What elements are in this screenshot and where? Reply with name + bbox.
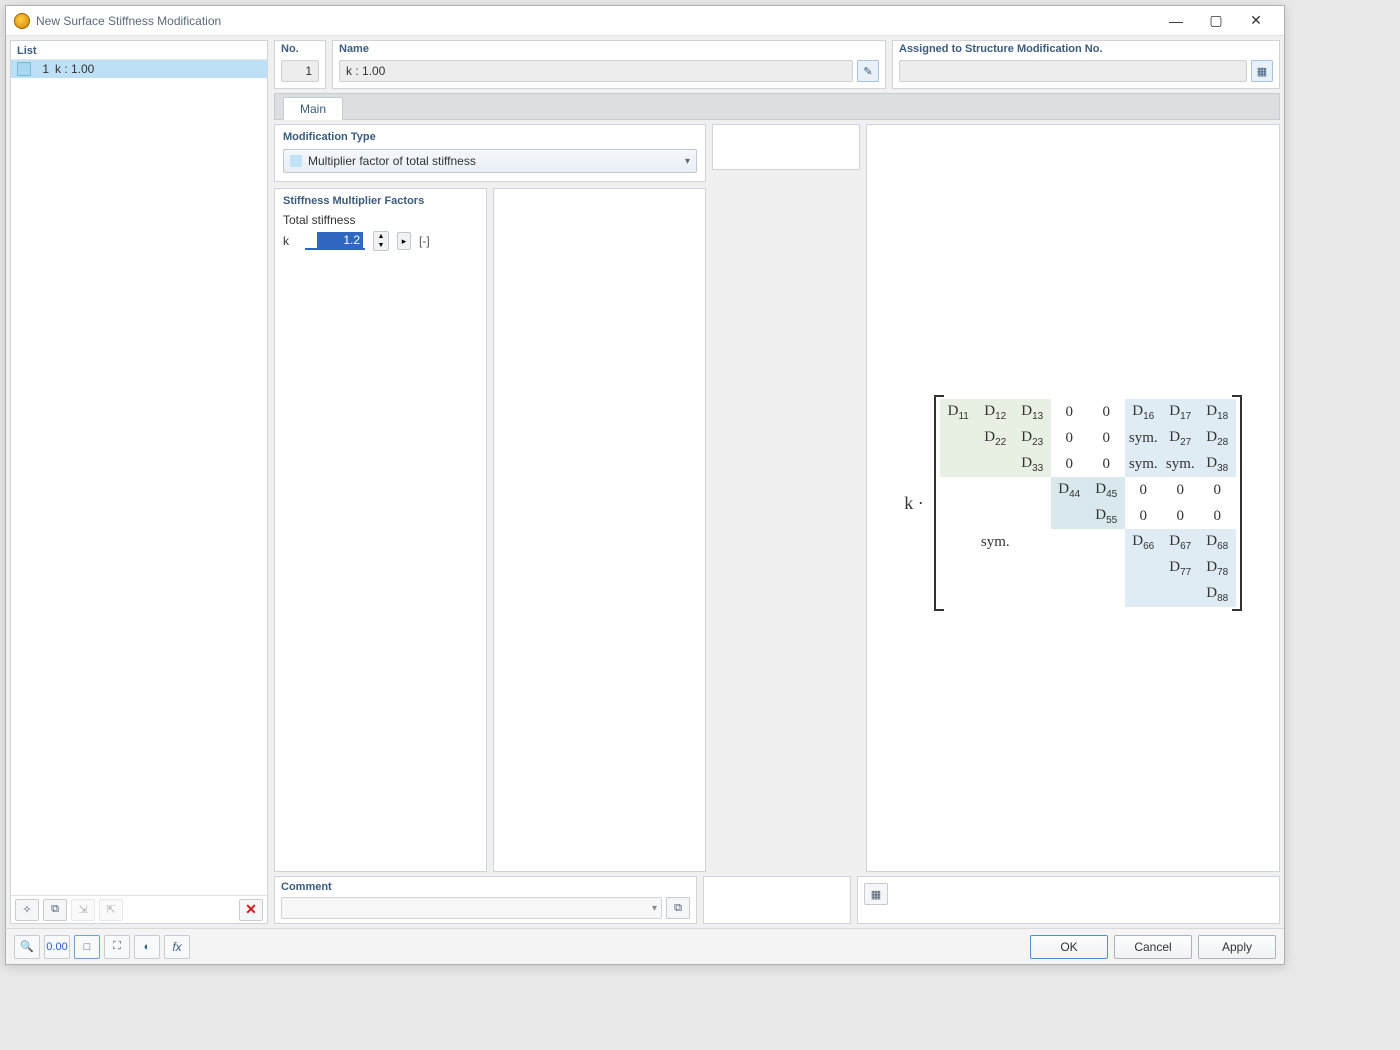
k-input-wrap xyxy=(305,232,365,250)
delete-button[interactable]: ✕ xyxy=(239,899,263,921)
spin-down-icon[interactable]: ▼ xyxy=(374,241,388,250)
list-item-label: k : 1.00 xyxy=(55,62,94,76)
script-button[interactable]: fx xyxy=(164,935,190,959)
list-item-swatch xyxy=(17,62,31,76)
matrix-panel: k · D11D12D1300D16D17D18D22D2300sym.D27D… xyxy=(866,124,1280,872)
empty-mid-panel xyxy=(493,188,706,872)
window-title: New Surface Stiffness Modification xyxy=(36,14,1156,28)
tabs: Main xyxy=(274,93,1280,120)
dialog-window: New Surface Stiffness Modification — ▢ ✕… xyxy=(5,5,1285,965)
view-1-button[interactable]: □ xyxy=(74,935,100,959)
k-spinner[interactable]: ▲ ▼ xyxy=(373,231,389,251)
mod-type-legend: Modification Type xyxy=(283,131,697,143)
bottom-bar: 🔍 0.00 □ ⛶ ◐ fx OK Cancel Apply xyxy=(6,928,1284,964)
assign-box: Assigned to Structure Modification No. ▦ xyxy=(892,40,1280,89)
no-field[interactable]: 1 xyxy=(281,60,319,82)
list-toolbar: ✧ ⧉ ⇲ ⇱ ✕ xyxy=(11,895,267,923)
close-button[interactable]: ✕ xyxy=(1236,7,1276,35)
comment-dropdown[interactable]: ▾ xyxy=(281,897,662,919)
mod-type-dropdown[interactable]: Multiplier factor of total stiffness ▾ xyxy=(283,149,697,173)
total-stiffness-label: Total stiffness xyxy=(283,213,478,227)
modification-type-panel: Modification Type Multiplier factor of t… xyxy=(274,124,706,182)
name-header: Name xyxy=(333,41,885,57)
name-field[interactable]: k : 1.00 xyxy=(339,60,853,82)
k-more-button[interactable]: ▸ xyxy=(397,232,411,250)
k-input[interactable] xyxy=(317,232,363,248)
k-unit: [-] xyxy=(419,234,430,248)
list-panel: List 1 k : 1.00 ✧ ⧉ ⇲ ⇱ ✕ xyxy=(10,40,268,924)
new-button[interactable]: ✧ xyxy=(15,899,39,921)
titlebar: New Surface Stiffness Modification — ▢ ✕ xyxy=(6,6,1284,36)
matrix-footer-box: ▦ xyxy=(857,876,1280,924)
maximize-button[interactable]: ▢ xyxy=(1196,7,1236,35)
matrix-brackets: D11D12D1300D16D17D18D22D2300sym.D27D28D3… xyxy=(934,395,1242,611)
copy-button[interactable]: ⧉ xyxy=(43,899,67,921)
matrix-prefix: k · xyxy=(904,493,924,514)
minimize-button[interactable]: — xyxy=(1156,7,1196,35)
mod-type-swatch xyxy=(290,155,302,167)
exclude-button: ⇱ xyxy=(99,899,123,921)
smf-legend: Stiffness Multiplier Factors xyxy=(283,195,478,207)
rename-button[interactable]: ✎ xyxy=(857,60,879,82)
units-button[interactable]: 0.00 xyxy=(44,935,70,959)
tab-main[interactable]: Main xyxy=(283,97,343,120)
app-icon xyxy=(14,13,30,29)
cancel-button[interactable]: Cancel xyxy=(1114,935,1192,959)
preview-small-box xyxy=(712,124,860,170)
no-header: No. xyxy=(275,41,325,57)
assign-header: Assigned to Structure Modification No. xyxy=(893,41,1279,57)
k-label: k xyxy=(283,234,297,248)
list-header: List xyxy=(11,41,267,60)
include-button: ⇲ xyxy=(71,899,95,921)
ok-button[interactable]: OK xyxy=(1030,935,1108,959)
list-item-index: 1 xyxy=(37,62,49,76)
spin-up-icon[interactable]: ▲ xyxy=(374,232,388,241)
chevron-down-icon: ▾ xyxy=(685,156,690,167)
list-body[interactable]: 1 k : 1.00 xyxy=(11,60,267,895)
matrix-settings-button[interactable]: ▦ xyxy=(864,883,888,905)
comment-library-button[interactable]: ⧉ xyxy=(666,897,690,919)
comment-legend: Comment xyxy=(281,881,690,893)
assign-field[interactable] xyxy=(899,60,1247,82)
name-box: Name k : 1.00 ✎ xyxy=(332,40,886,89)
delete-icon: ✕ xyxy=(245,901,257,918)
pick-button[interactable]: ▦ xyxy=(1251,60,1273,82)
apply-button[interactable]: Apply xyxy=(1198,935,1276,959)
stiffness-matrix: D11D12D1300D16D17D18D22D2300sym.D27D28D3… xyxy=(940,399,1236,607)
mod-type-value: Multiplier factor of total stiffness xyxy=(308,154,685,168)
no-box: No. 1 xyxy=(274,40,326,89)
content-area: List 1 k : 1.00 ✧ ⧉ ⇲ ⇱ ✕ xyxy=(6,36,1284,928)
help-button[interactable]: 🔍 xyxy=(14,935,40,959)
view-2-button[interactable]: ⛶ xyxy=(104,935,130,959)
comment-panel: Comment ▾ ⧉ xyxy=(274,876,697,924)
list-item[interactable]: 1 k : 1.00 xyxy=(11,60,267,78)
view-3-button[interactable]: ◐ xyxy=(134,935,160,959)
comment-side-box xyxy=(703,876,851,924)
stiffness-factors-panel: Stiffness Multiplier Factors Total stiff… xyxy=(274,188,487,872)
